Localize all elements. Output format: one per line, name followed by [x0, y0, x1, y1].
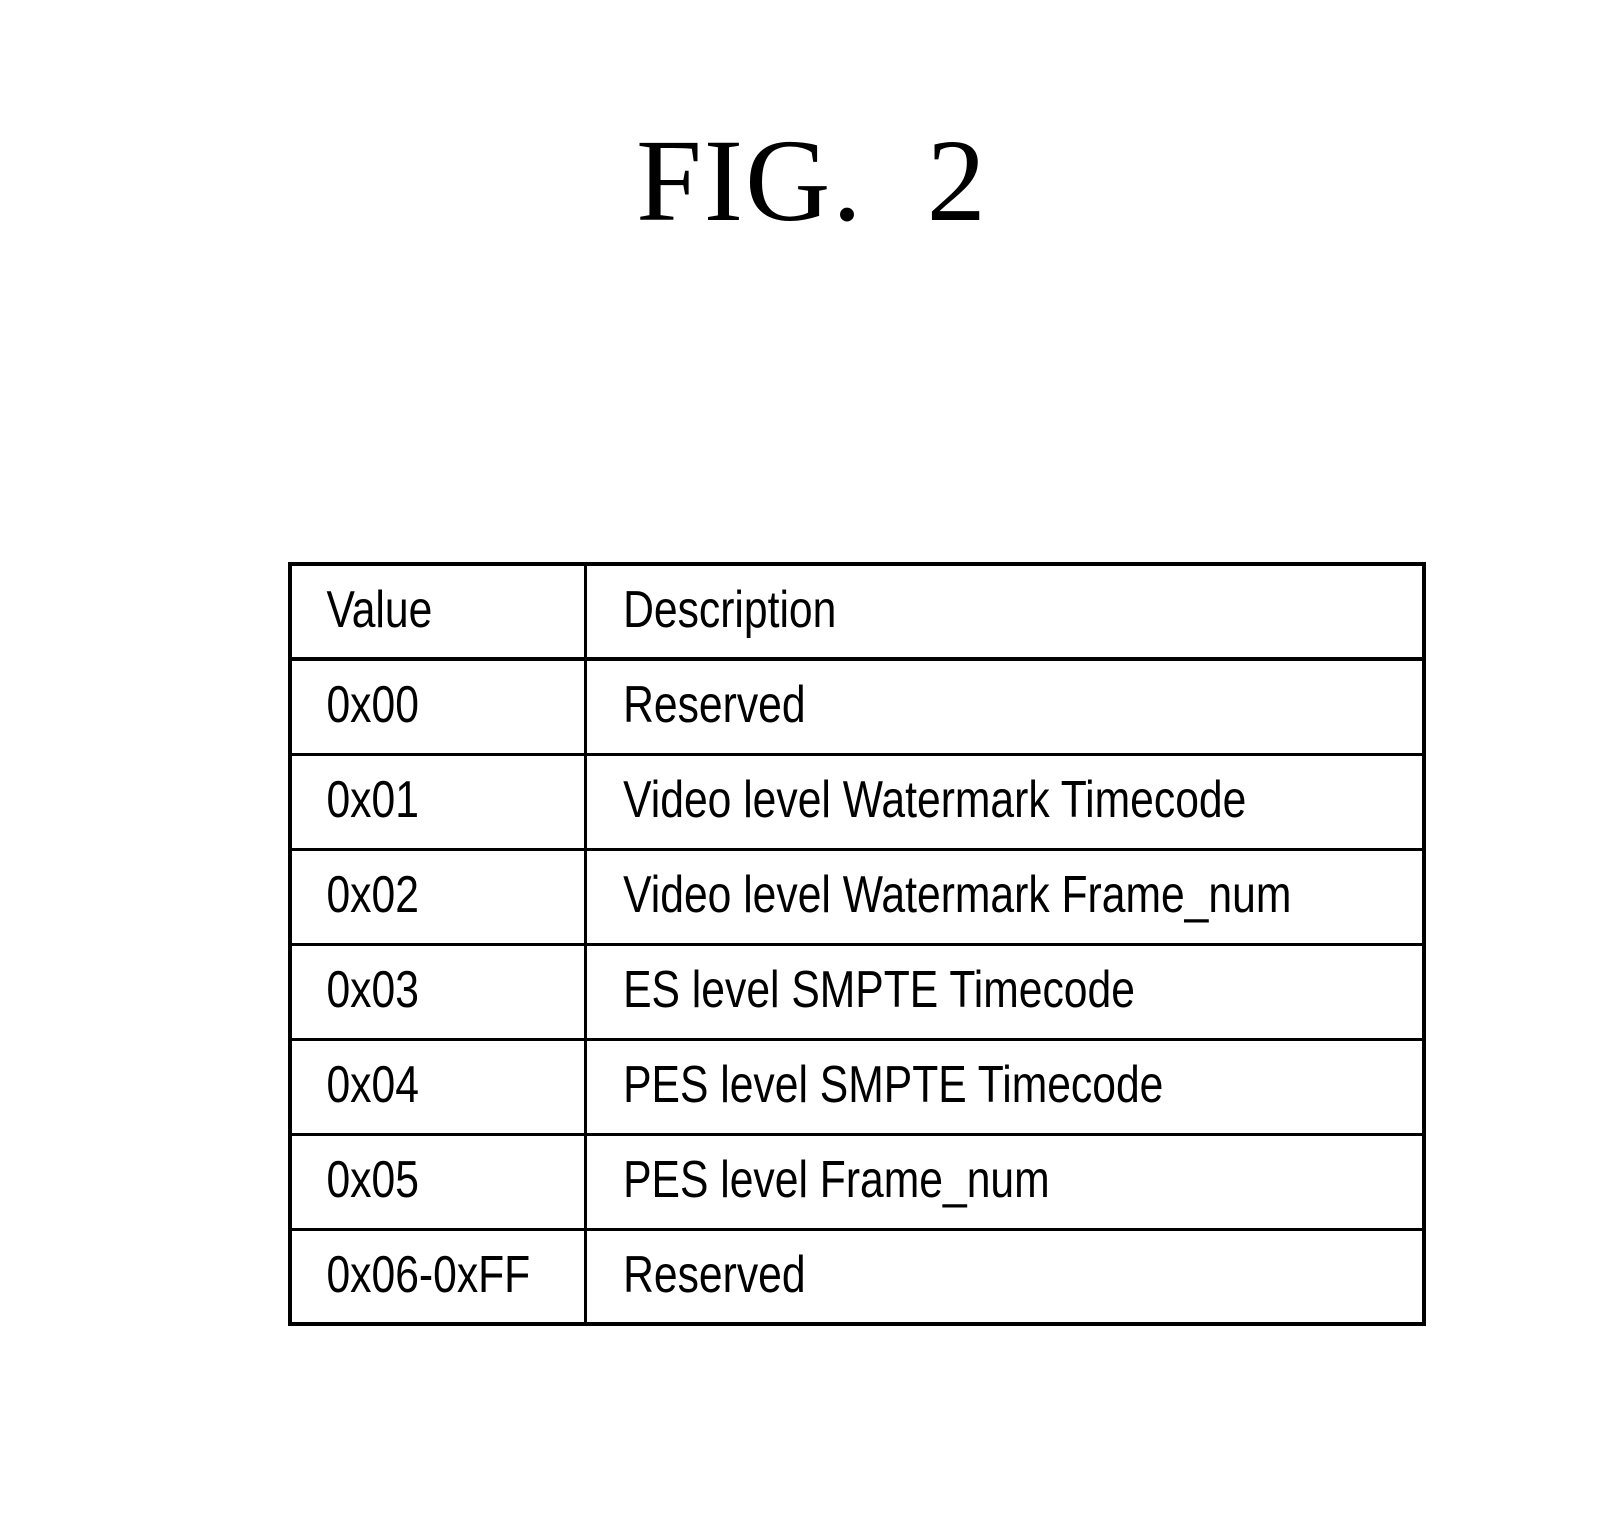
column-header-description: Description — [585, 564, 1424, 661]
row-description-text: Reserved — [622, 676, 806, 734]
row-value-cell: 0x04 — [290, 1039, 587, 1136]
table-row: 0x05 PES level Frame_num — [290, 1134, 1424, 1231]
row-value-text: 0x03 — [326, 960, 419, 1019]
row-value-text: 0x00 — [326, 676, 419, 734]
value-description-table: Value Description 0x00 Reserved 0x01 Vid… — [288, 562, 1426, 1326]
table-row: 0x02 Video level Watermark Frame_num — [290, 849, 1424, 946]
row-description-text: PES level Frame_num — [622, 1150, 1050, 1209]
row-value-cell: 0x06-0xFF — [290, 1229, 587, 1324]
row-description-text: ES level SMPTE Timecode — [622, 960, 1135, 1019]
column-header-description-label: Description — [622, 581, 836, 639]
row-description-text: Reserved — [622, 1245, 806, 1304]
row-description-cell: PES level Frame_num — [585, 1134, 1424, 1231]
row-value-text: 0x01 — [326, 770, 419, 829]
row-description-cell: PES level SMPTE Timecode — [585, 1039, 1424, 1136]
row-value-cell: 0x05 — [290, 1134, 587, 1231]
row-description-cell: Reserved — [585, 659, 1424, 756]
table-body: 0x00 Reserved 0x01 Video level Watermark… — [290, 659, 1424, 1324]
row-value-cell: 0x01 — [290, 754, 587, 851]
row-description-text: Video level Watermark Frame_num — [622, 865, 1291, 924]
row-description-cell: Reserved — [585, 1229, 1424, 1324]
table-row: 0x04 PES level SMPTE Timecode — [290, 1039, 1424, 1136]
row-description-text: Video level Watermark Timecode — [622, 770, 1246, 829]
table-header-row: Value Description — [290, 564, 1424, 661]
row-value-cell: 0x02 — [290, 849, 587, 946]
row-value-cell: 0x03 — [290, 944, 587, 1041]
row-value-cell: 0x00 — [290, 659, 587, 756]
row-value-text: 0x05 — [326, 1150, 419, 1209]
column-header-value: Value — [290, 564, 587, 661]
row-value-text: 0x04 — [326, 1055, 419, 1114]
row-description-text: PES level SMPTE Timecode — [622, 1055, 1163, 1114]
row-description-cell: Video level Watermark Frame_num — [585, 849, 1424, 946]
table-row: 0x00 Reserved — [290, 659, 1424, 756]
table-header: Value Description — [290, 564, 1424, 661]
table-row: 0x06-0xFF Reserved — [290, 1229, 1424, 1324]
row-value-text: 0x06-0xFF — [326, 1245, 531, 1304]
figure-title: FIG. 2 — [636, 115, 988, 246]
row-description-cell: Video level Watermark Timecode — [585, 754, 1424, 851]
column-header-value-label: Value — [326, 581, 433, 639]
row-description-cell: ES level SMPTE Timecode — [585, 944, 1424, 1041]
table-row: 0x01 Video level Watermark Timecode — [290, 754, 1424, 851]
table-row: 0x03 ES level SMPTE Timecode — [290, 944, 1424, 1041]
row-value-text: 0x02 — [326, 865, 419, 924]
